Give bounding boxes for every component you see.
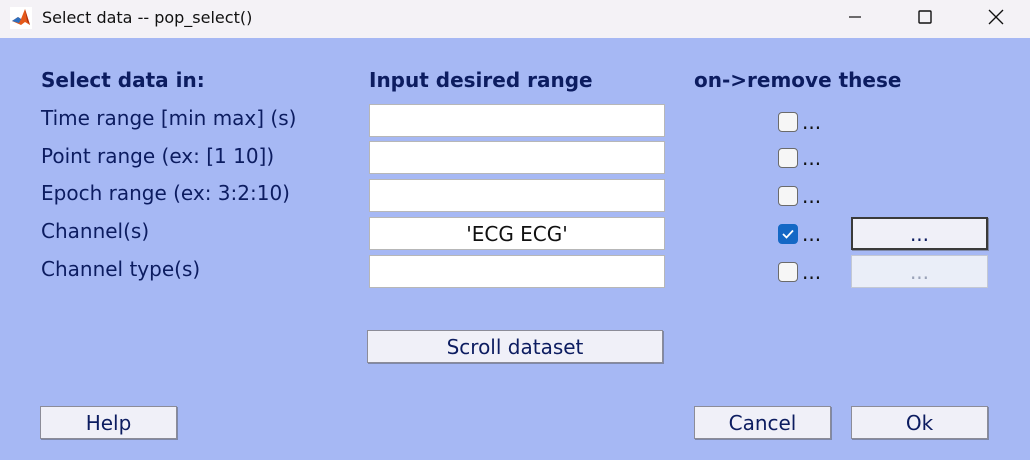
input-range-header: Input desired range [369, 68, 593, 92]
epoch-range-remove-checkbox[interactable] [778, 186, 798, 206]
select-data-in-header: Select data in: [41, 68, 205, 92]
point-range-input[interactable] [369, 141, 665, 174]
channels-dots: ... [802, 222, 822, 246]
close-icon [988, 9, 1004, 25]
scroll-dataset-button[interactable]: Scroll dataset [367, 330, 663, 363]
checkmark-icon [782, 229, 794, 239]
channel-types-browse-button[interactable]: ... [851, 255, 988, 288]
window-title: Select data -- pop_select() [42, 8, 253, 27]
epoch-range-dots: ... [802, 184, 822, 208]
point-range-dots: ... [802, 146, 822, 170]
help-button[interactable]: Help [40, 406, 177, 439]
time-range-remove-checkbox[interactable] [778, 112, 798, 132]
channel-types-dots: ... [802, 260, 822, 284]
channel-types-label: Channel type(s) [41, 257, 201, 281]
channels-input[interactable] [369, 217, 665, 250]
matlab-logo-icon [10, 7, 32, 29]
cancel-button[interactable]: Cancel [694, 406, 831, 439]
pop-select-dialog: Select data -- pop_select() Select data … [0, 0, 1030, 460]
remove-these-header: on->remove these [694, 68, 902, 92]
close-button[interactable] [973, 0, 1019, 34]
minimize-button[interactable] [832, 0, 878, 34]
time-range-dots: ... [802, 110, 822, 134]
channel-types-remove-checkbox[interactable] [778, 262, 798, 282]
point-range-label: Point range (ex: [1 10]) [41, 144, 275, 168]
channels-remove-checkbox[interactable] [778, 224, 798, 244]
ok-button[interactable]: Ok [851, 406, 988, 439]
maximize-icon [918, 10, 932, 24]
minimize-icon [849, 16, 861, 18]
channels-browse-button[interactable]: ... [851, 217, 988, 250]
title-bar: Select data -- pop_select() [0, 0, 1030, 38]
point-range-remove-checkbox[interactable] [778, 148, 798, 168]
channel-types-input[interactable] [369, 255, 665, 288]
maximize-button[interactable] [902, 0, 948, 34]
epoch-range-label: Epoch range (ex: 3:2:10) [41, 181, 290, 205]
channels-label: Channel(s) [41, 219, 150, 243]
time-range-label: Time range [min max] (s) [41, 106, 297, 130]
time-range-input[interactable] [369, 104, 665, 137]
epoch-range-input[interactable] [369, 179, 665, 212]
